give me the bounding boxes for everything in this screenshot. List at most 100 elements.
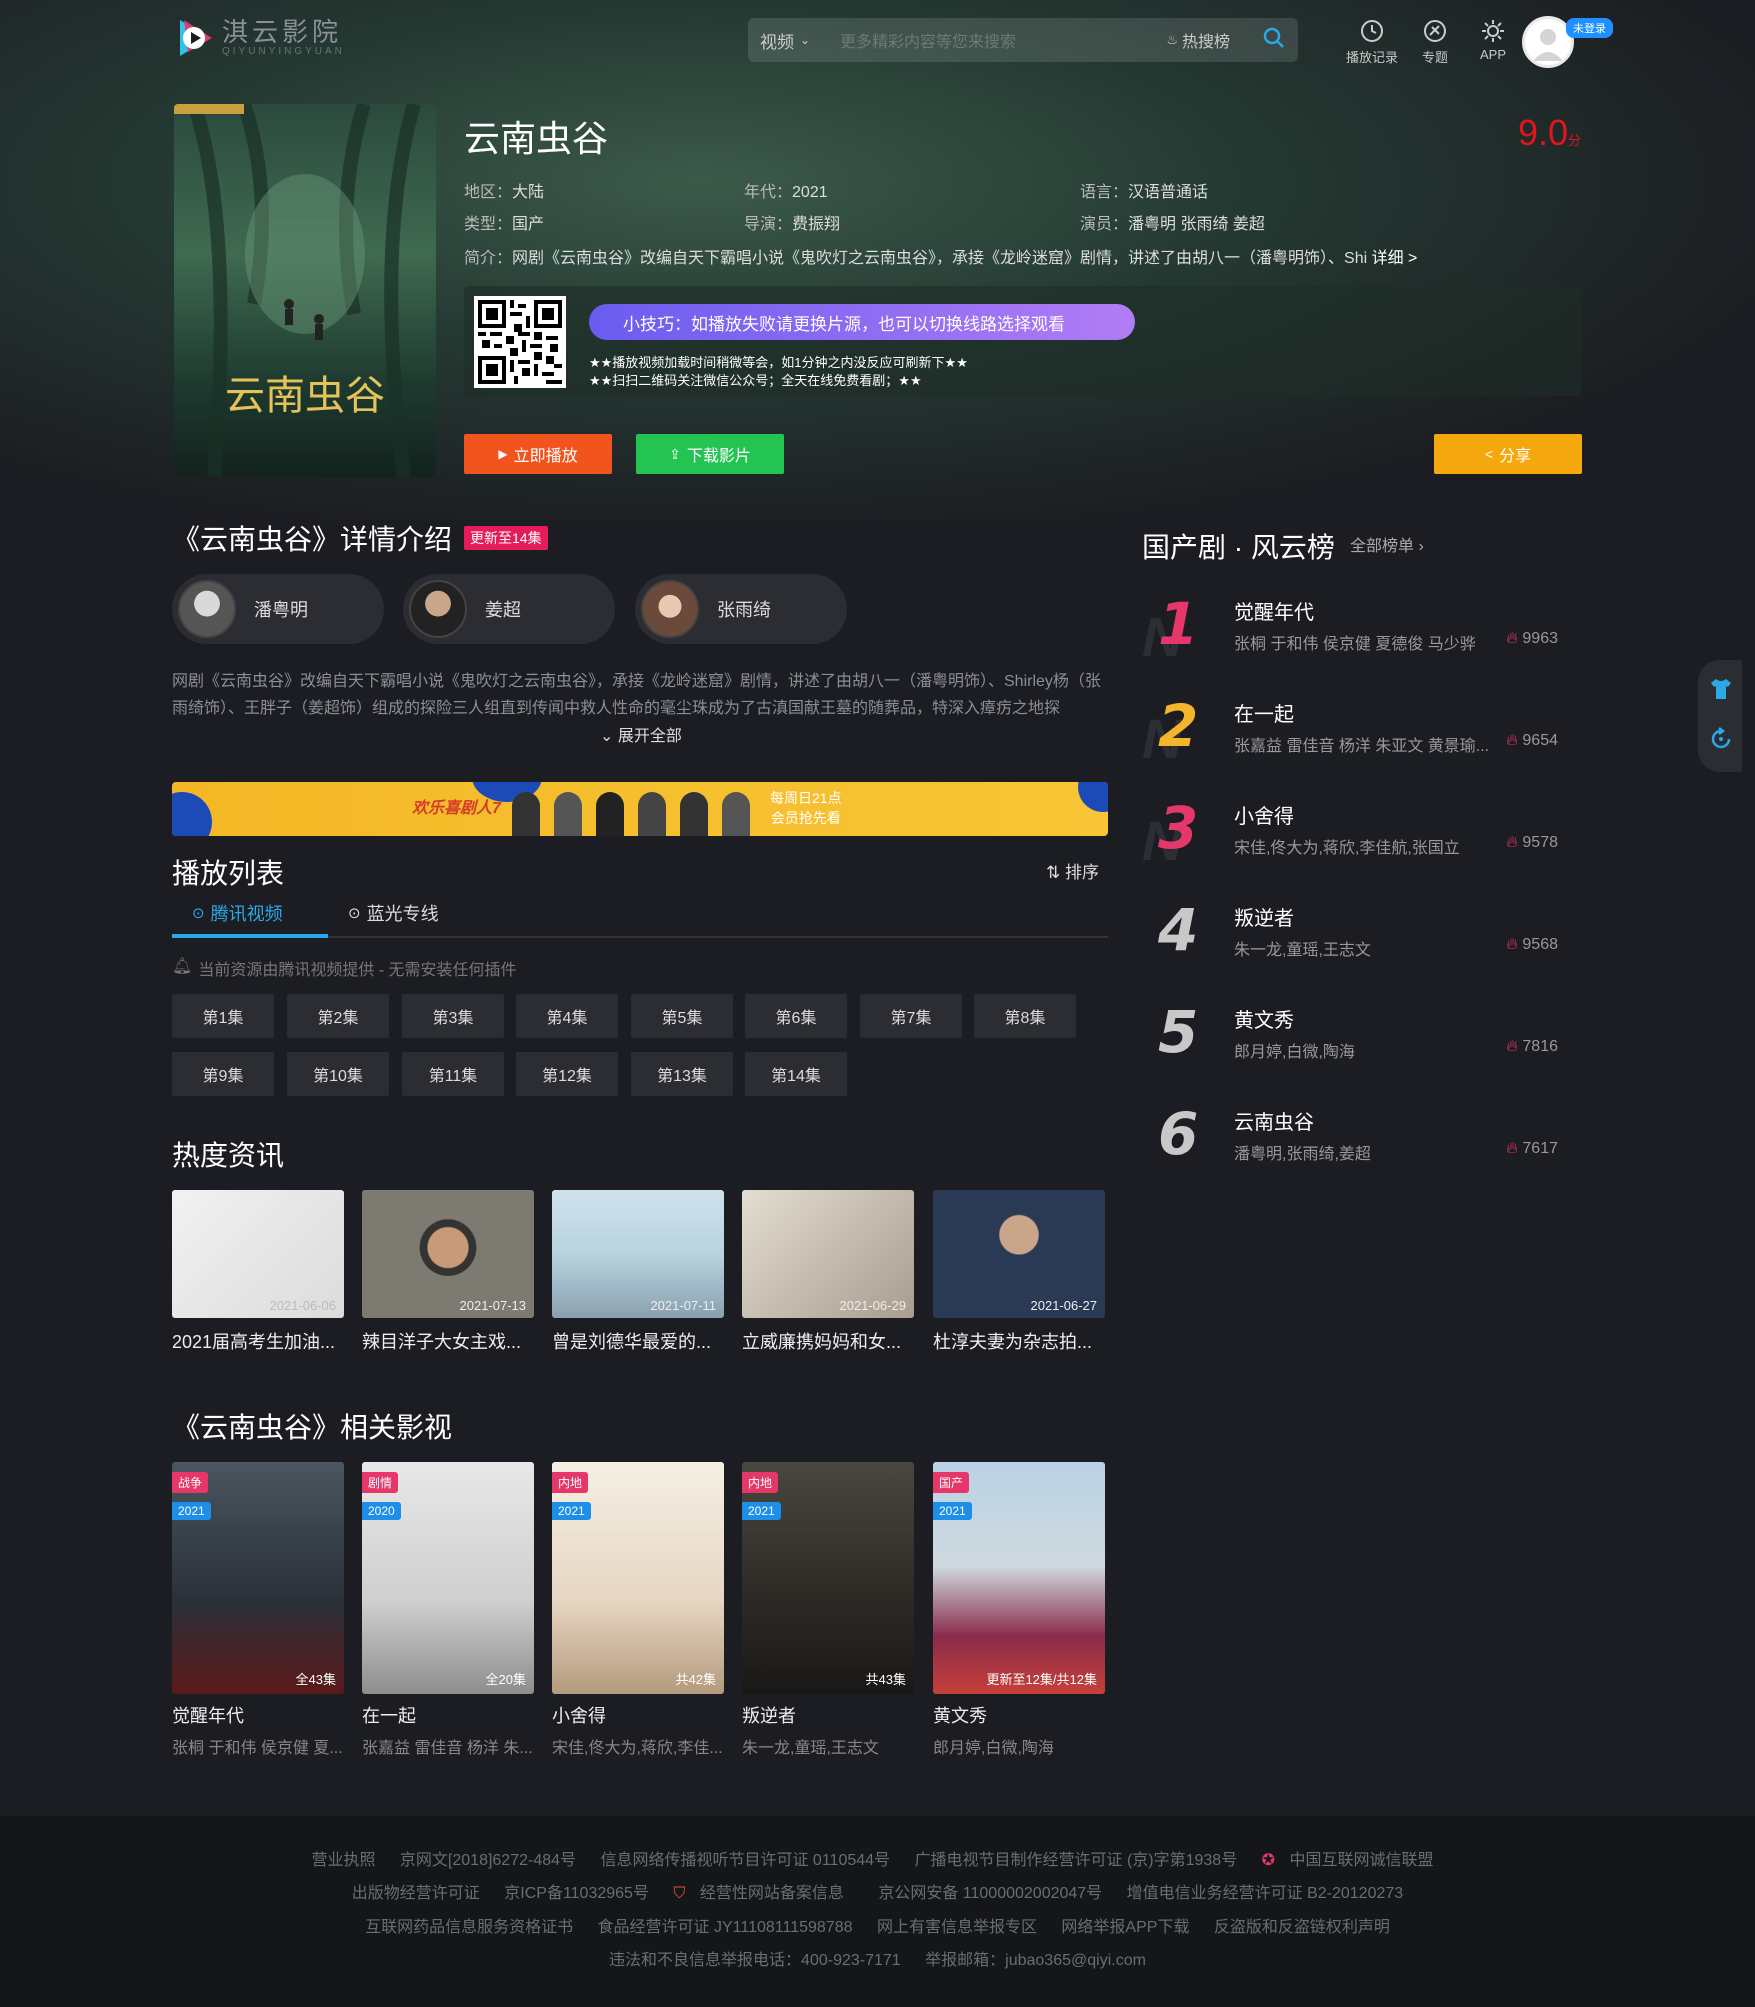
- year-value: 2021: [792, 184, 828, 201]
- footer-link[interactable]: 食品经营许可证 JY11108111598788: [598, 1919, 853, 1936]
- app-label: APP: [1480, 47, 1507, 62]
- ranking-item[interactable]: N 1 觉醒年代 张桐 于和伟 侯京健 夏德俊 马少骅 🔥︎ 9963: [1142, 590, 1562, 670]
- history-label: 播放记录: [1346, 50, 1399, 65]
- episode-count: 更新至12集/共12集: [986, 1672, 1097, 1687]
- footer-link[interactable]: 网上有害信息举报专区: [877, 1919, 1037, 1936]
- tab-bluray[interactable]: ⊙ 蓝光专线: [348, 900, 439, 926]
- news-card[interactable]: 2021-06-06 2021届高考生加油...: [172, 1190, 344, 1354]
- footer-link[interactable]: 京公网安备 11000002002047号: [878, 1885, 1102, 1902]
- episode-button[interactable]: 第5集: [631, 994, 733, 1038]
- year-tag: 2020: [362, 1502, 401, 1520]
- footer-link[interactable]: 信息网络传播视听节目许可证 0110544号: [600, 1852, 890, 1869]
- search-category-select[interactable]: 视频 ⌄: [760, 28, 840, 53]
- hot-search-link[interactable]: ♨ 热搜榜: [1166, 28, 1230, 52]
- actor-card[interactable]: 姜超: [403, 574, 615, 644]
- episode-button[interactable]: 第12集: [516, 1052, 618, 1096]
- all-ranking-link[interactable]: 全部榜单 ›: [1350, 532, 1424, 556]
- episode-button[interactable]: 第1集: [172, 994, 274, 1038]
- episode-button[interactable]: 第4集: [516, 994, 618, 1038]
- footer-link[interactable]: ✪ 中国互联网诚信联盟: [1262, 1852, 1444, 1869]
- news-card[interactable]: 2021-07-13 辣目洋子大女主戏...: [362, 1190, 534, 1354]
- rank-number: 3: [1158, 794, 1199, 862]
- ranking-item[interactable]: 5 黄文秀 郎月婷,白微,陶海 🔥︎ 7816: [1142, 998, 1562, 1078]
- footer-link[interactable]: 反盗版和反盗链权利声明: [1214, 1919, 1390, 1936]
- footer-link[interactable]: 网络举报APP下载: [1061, 1919, 1189, 1936]
- rank-heat-value: 7816: [1522, 1038, 1558, 1055]
- news-thumbnail: 2021-07-13: [362, 1190, 534, 1318]
- app-button[interactable]: APP: [1480, 18, 1506, 62]
- actor-card[interactable]: 张雨绮: [635, 574, 847, 644]
- search-icon[interactable]: [1262, 26, 1286, 55]
- director-key: 导演：: [744, 216, 793, 233]
- intro-more-link[interactable]: 详细 >: [1372, 250, 1418, 267]
- ranking-item[interactable]: N 3 小舍得 宋佳,佟大为,蒋欣,李佳航,张国立 🔥︎ 9578: [1142, 794, 1562, 874]
- news-card[interactable]: 2021-06-29 立威廉携妈妈和女...: [742, 1190, 914, 1354]
- login-status-badge[interactable]: 未登录: [1566, 18, 1613, 38]
- tshirt-icon[interactable]: [1708, 676, 1734, 702]
- search-input[interactable]: 更多精彩内容等您来搜索: [840, 28, 1166, 52]
- episode-button[interactable]: 第10集: [287, 1052, 389, 1096]
- episode-button[interactable]: 第7集: [860, 994, 962, 1038]
- actor-avatar: [641, 580, 699, 638]
- episode-button[interactable]: 第11集: [402, 1052, 504, 1096]
- episode-button[interactable]: 第8集: [974, 994, 1076, 1038]
- footer-row-3: 互联网药品信息服务资格证书 食品经营许可证 JY11108111598788 网…: [0, 1913, 1755, 1937]
- history-button[interactable]: 播放记录: [1346, 18, 1398, 66]
- episode-button[interactable]: 第14集: [745, 1052, 847, 1096]
- footer-link[interactable]: 广播电视节目制作经营许可证 (京)字第1938号: [915, 1852, 1238, 1869]
- share-button[interactable]: < 分享: [1434, 434, 1582, 474]
- intro-key: 简介：: [464, 250, 513, 267]
- news-caption: 辣目洋子大女主戏...: [362, 1332, 522, 1352]
- intro-value: 网剧《云南虫谷》改编自天下霸唱小说《鬼吹灯之云南虫谷》，承接《龙岭迷窟》剧情，讲…: [512, 250, 1368, 267]
- meta-language: 语言：汉语普通话: [1080, 178, 1208, 202]
- footer-text: 违法和不良信息举报电话：400-923-7171: [609, 1952, 901, 1969]
- news-card[interactable]: 2021-06-27 杜淳夫妻为杂志拍...: [933, 1190, 1105, 1354]
- footer-link[interactable]: 增值电信业务经营许可证 B2-20120273: [1127, 1885, 1404, 1902]
- related-card[interactable]: 内地 2021 共42集 小舍得 宋佳,佟大为,蒋欣,李佳...: [552, 1462, 724, 1758]
- rank-cast: 郎月婷,白微,陶海: [1234, 1044, 1355, 1061]
- site-logo[interactable]: 淇云影院 QIYUNYINGYUAN: [174, 16, 345, 60]
- related-name: 叛逆者: [742, 1706, 796, 1726]
- search-bar[interactable]: 视频 ⌄ 更多精彩内容等您来搜索 ♨ 热搜榜: [748, 18, 1298, 62]
- logo-text: 淇云影院: [222, 17, 343, 48]
- promo-banner[interactable]: 欢乐喜剧人7 每周日21点 会员抢先看: [172, 782, 1108, 836]
- episode-button[interactable]: 第2集: [287, 994, 389, 1038]
- footer-link[interactable]: 营业执照: [311, 1852, 375, 1869]
- episode-button[interactable]: 第6集: [745, 994, 847, 1038]
- footer-link[interactable]: 京网文[2018]6272-484号: [400, 1852, 576, 1869]
- news-card[interactable]: 2021-07-11 曾是刘德华最爱的...: [552, 1190, 724, 1354]
- related-card[interactable]: 国产 2021 更新至12集/共12集 黄文秀 郎月婷,白微,陶海: [933, 1462, 1105, 1758]
- chevron-down-icon: ⌄: [600, 728, 614, 745]
- banner-schedule: 每周日21点 会员抢先看: [770, 788, 842, 828]
- tip-banner: 小技巧：如播放失败请更换片源，也可以切换线路选择观看: [589, 304, 1135, 340]
- floating-toolbar: [1698, 660, 1742, 772]
- meta-year: 年代：2021: [744, 178, 828, 202]
- footer-link[interactable]: ⛉ 经营性网站备案信息: [673, 1885, 853, 1902]
- ranking-item[interactable]: 6 云南虫谷 潘粤明,张雨绮,姜超 🔥︎ 7617: [1142, 1100, 1562, 1180]
- footer-link[interactable]: 出版物经营许可证: [352, 1885, 480, 1902]
- related-card[interactable]: 内地 2021 共43集 叛逆者 朱一龙,童瑶,王志文: [742, 1462, 914, 1758]
- related-card[interactable]: 战争 2021 全43集 觉醒年代 张桐 于和伟 侯京健 夏...: [172, 1462, 344, 1758]
- play-now-button[interactable]: ▶ 立即播放: [464, 434, 612, 474]
- download-button[interactable]: ⇪ 下载影片: [636, 434, 784, 474]
- episode-button[interactable]: 第13集: [631, 1052, 733, 1096]
- episode-button[interactable]: 第9集: [172, 1052, 274, 1096]
- download-label: 下载影片: [686, 448, 751, 465]
- footer-link[interactable]: 京ICP备11032965号: [504, 1885, 649, 1902]
- footer-link[interactable]: 互联网药品信息服务资格证书: [365, 1919, 573, 1936]
- ranking-title: 国产剧 · 风云榜: [1142, 532, 1335, 563]
- topic-button[interactable]: 专题: [1422, 18, 1448, 66]
- refresh-icon[interactable]: [1708, 726, 1734, 752]
- sort-button[interactable]: ⇅ 排序: [1046, 858, 1099, 883]
- actor-card[interactable]: 潘粤明: [172, 574, 384, 644]
- play-logo-icon: [174, 16, 214, 60]
- ranking-item[interactable]: N 2 在一起 张嘉益 雷佳音 杨洋 朱亚文 黄景瑜... 🔥︎ 9654: [1142, 692, 1562, 772]
- episode-button[interactable]: 第3集: [402, 994, 504, 1038]
- expand-all-button[interactable]: ⌄ 展开全部: [600, 722, 682, 746]
- tab-tencent-label: 腾讯视频: [210, 904, 283, 924]
- tab-tencent[interactable]: ⊙ 腾讯视频: [192, 900, 283, 926]
- tip-line-1: ★★播放视频加载时间稍微等会，如1分钟之内没反应可刷新下★★: [589, 355, 968, 370]
- related-card[interactable]: 剧情 2020 全20集 在一起 张嘉益 雷佳音 杨洋 朱...: [362, 1462, 534, 1758]
- flame-icon: 🔥︎: [1506, 732, 1518, 749]
- ranking-item[interactable]: 4 叛逆者 朱一龙,童瑶,王志文 🔥︎ 9568: [1142, 896, 1562, 976]
